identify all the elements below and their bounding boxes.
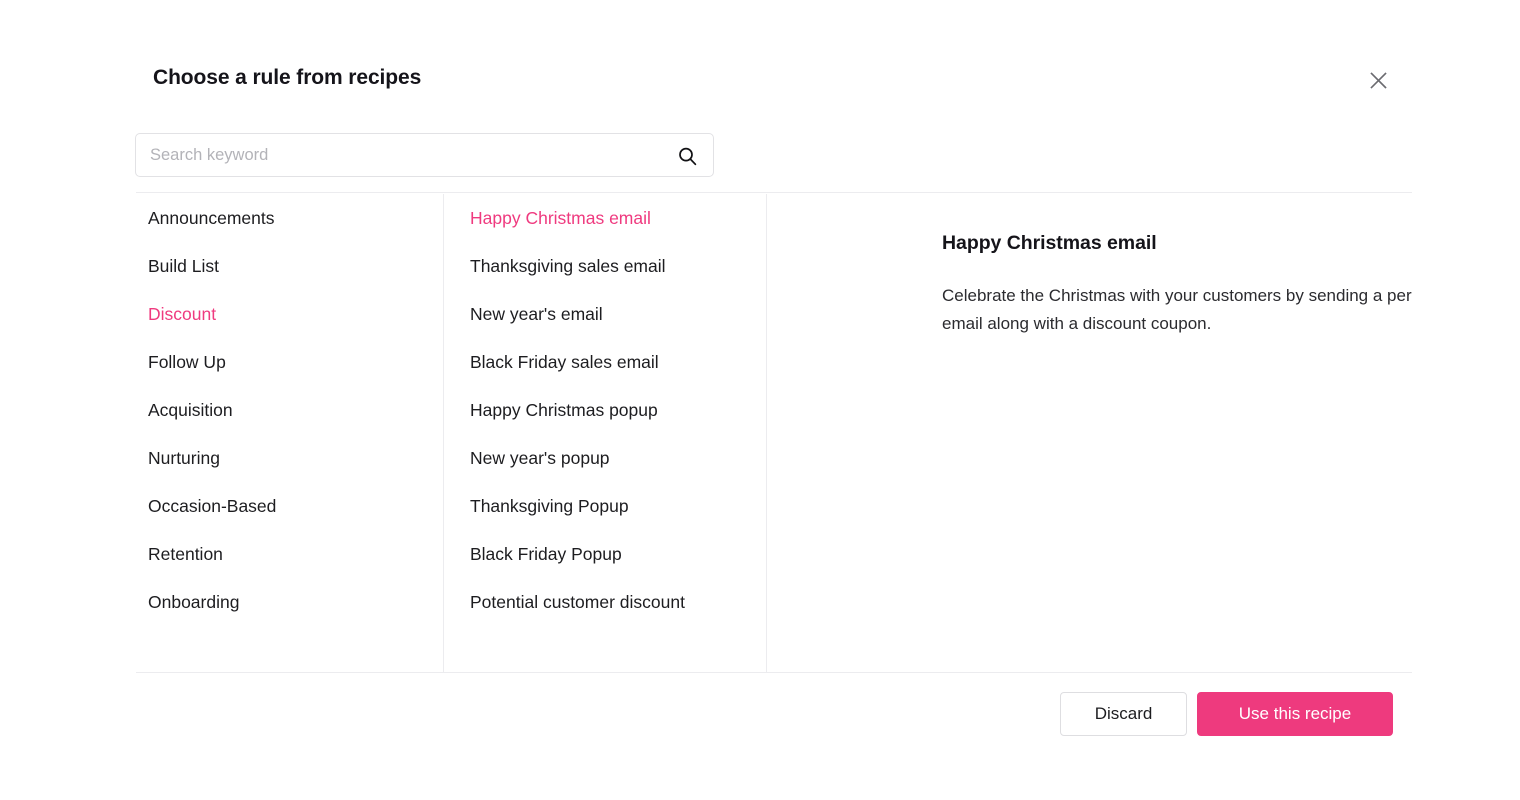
dialog-body: Announcements Build List Discount Follow Up… (136, 194, 1412, 673)
category-item-5[interactable]: Nurturing (136, 434, 443, 482)
detail-description: Celebrate the Christmas with your custom… (942, 286, 1412, 333)
recipe-item-6[interactable]: Thanksgiving Popup (444, 482, 766, 530)
page-title: Choose a rule from recipes (153, 66, 422, 89)
detail-panel: Happy Christmas email Celebrate the Chri… (767, 194, 1412, 673)
search-field-wrapper[interactable] (135, 133, 714, 177)
search-icon (678, 147, 696, 165)
detail-title: Happy Christmas email (942, 232, 1157, 254)
discard-button[interactable]: Discard (1060, 692, 1187, 736)
category-item-1[interactable]: Build List (136, 242, 443, 290)
category-list: Announcements Build List Discount Follow Up… (136, 194, 443, 626)
close-icon (1369, 71, 1387, 89)
category-item-8[interactable]: Onboarding (136, 578, 443, 626)
recipe-item-3[interactable]: Black Friday sales email (444, 338, 766, 386)
recipe-item-8[interactable]: Potential customer discount (444, 578, 766, 626)
category-item-2[interactable]: Discount (136, 290, 443, 338)
category-item-0[interactable]: Announcements (136, 194, 443, 242)
search-input[interactable] (136, 134, 713, 176)
recipe-item-7[interactable]: Black Friday Popup (444, 530, 766, 578)
close-button[interactable] (1363, 65, 1393, 95)
search-button[interactable] (669, 134, 705, 178)
recipe-item-5[interactable]: New year's popup (444, 434, 766, 482)
recipe-item-4[interactable]: Happy Christmas popup (444, 386, 766, 434)
category-item-7[interactable]: Retention (136, 530, 443, 578)
recipe-item-2[interactable]: New year's email (444, 290, 766, 338)
category-item-4[interactable]: Acquisition (136, 386, 443, 434)
dialog-footer: Discard Use this recipe (136, 673, 1412, 758)
recipe-item-0[interactable]: Happy Christmas email (444, 194, 766, 242)
recipe-column: Happy Christmas email Thanksgiving sales … (444, 194, 767, 673)
category-column: Announcements Build List Discount Follow Up… (136, 194, 444, 673)
category-item-6[interactable]: Occasion-Based (136, 482, 443, 530)
category-item-3[interactable]: Follow Up (136, 338, 443, 386)
recipe-item-1[interactable]: Thanksgiving sales email (444, 242, 766, 290)
recipe-list: Happy Christmas email Thanksgiving sales … (444, 194, 766, 626)
use-this-recipe-button[interactable]: Use this recipe (1197, 692, 1393, 736)
recipes-dialog: Choose a rule from recipes Announcements… (0, 0, 1520, 800)
